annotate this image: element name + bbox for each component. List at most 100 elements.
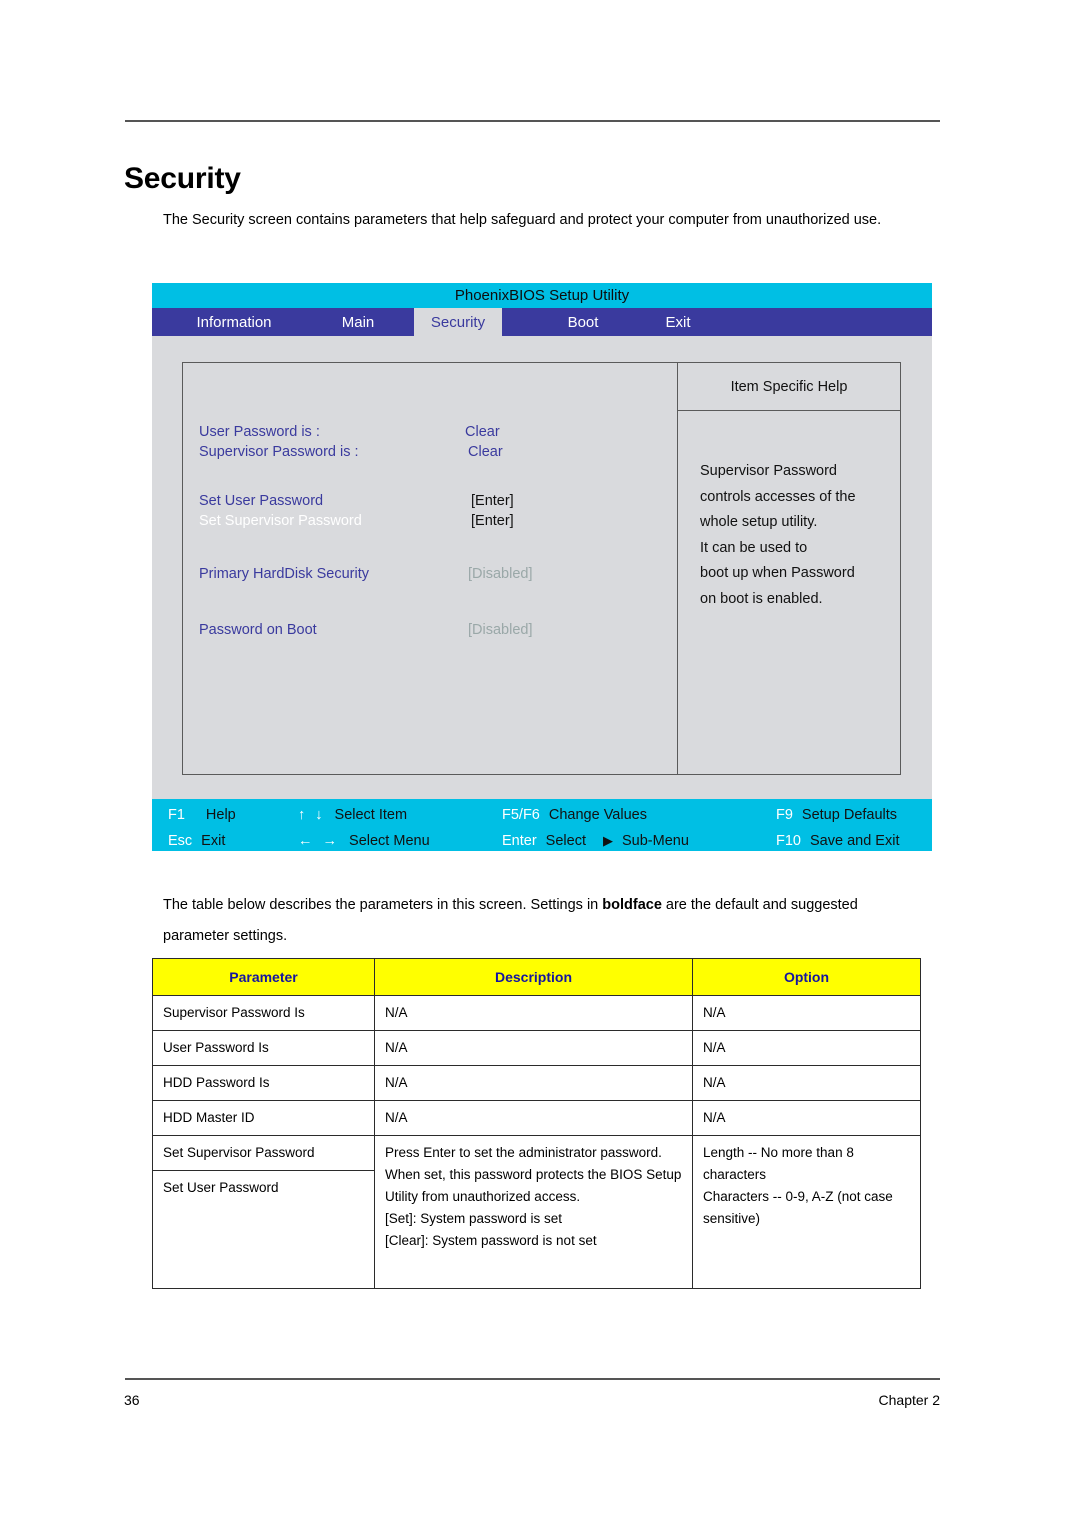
option-characters-line: Characters -- 0-9, A-Z (not case sensiti… (703, 1189, 893, 1226)
table-intro-boldface: boldface (602, 896, 662, 913)
arrow-up-down-icon: ↑ ↓ (298, 807, 326, 823)
cell-parameter: HDD Password Is (152, 1065, 375, 1101)
cell-parameter-set-supervisor-password: Set Supervisor Password (152, 1135, 375, 1171)
cell-description-merged: Press Enter to set the administrator pas… (374, 1135, 693, 1289)
setting-value-user-password-is: Clear (465, 424, 500, 440)
fkey-f10-save-and-exit[interactable]: F10 Save and Exit (776, 833, 899, 849)
page-title: Security (124, 162, 241, 196)
help-pane-body: Supervisor Password controls accesses of… (678, 411, 900, 612)
setting-value-password-on-boot: [Disabled] (468, 622, 533, 638)
description-set-line: [Set]: System password is set (385, 1211, 563, 1226)
fkey-f1-desc: Help (205, 807, 236, 823)
fkey-change-values-desc: Change Values (548, 807, 647, 823)
bios-settings-pane: User Password is : Clear Supervisor Pass… (183, 363, 678, 774)
setting-value-supervisor-password-is: Clear (468, 444, 503, 460)
item-specific-help-pane: Item Specific Help Supervisor Password c… (678, 363, 900, 774)
setting-label-primary-harddisk-security: Primary HardDisk Security (199, 566, 369, 582)
setting-label-set-supervisor-password: Set Supervisor Password (199, 513, 362, 529)
fkey-submenu-desc: Sub-Menu (621, 833, 689, 849)
fkey-updown-select-item[interactable]: ↑ ↓ Select Item (298, 807, 407, 823)
arrow-left-right-icon: ← → (298, 833, 341, 849)
fkey-exit-desc: Exit (201, 833, 226, 849)
tab-information[interactable]: Information (170, 308, 298, 336)
fkey-enter-key: Enter (502, 833, 537, 849)
table-intro-paragraph: The table below describes the parameters… (163, 890, 923, 952)
tab-security[interactable]: Security (414, 308, 502, 336)
header-rule (125, 120, 940, 122)
cell-option-merged: Length -- No more than 8 characters Char… (692, 1135, 921, 1289)
fkey-f9-setup-defaults[interactable]: F9 Setup Defaults (776, 807, 897, 823)
table-body: Supervisor Password Is N/A N/A User Pass… (152, 995, 921, 1289)
cell-description: N/A (374, 995, 693, 1031)
tab-main-label: Main (341, 313, 375, 331)
tab-boot[interactable]: Boot (552, 308, 614, 336)
tab-exit[interactable]: Exit (652, 308, 704, 336)
cell-parameter: Supervisor Password Is (152, 995, 375, 1031)
description-block: Press Enter to set the administrator pas… (385, 1145, 682, 1204)
fkey-esc-key: Esc (168, 833, 193, 849)
fkey-esc-exit[interactable]: Esc Exit (168, 833, 225, 849)
bios-setup-screenshot: PhoenixBIOS Setup Utility Information Ma… (152, 283, 932, 851)
table-row: Supervisor Password Is N/A N/A (152, 995, 921, 1031)
help-line-3: whole setup utility. (700, 514, 818, 530)
table-header-option: Option (692, 958, 921, 996)
triangle-right-icon: ▶ (602, 833, 613, 848)
table-header-description: Description (374, 958, 693, 996)
fkey-select-item-desc: Select Item (334, 807, 408, 823)
cell-parameter-set-user-password: Set User Password (152, 1170, 375, 1289)
table-head: Parameter Description Option (152, 958, 921, 996)
help-pane-title: Item Specific Help (678, 363, 900, 411)
cell-description: N/A (374, 1065, 693, 1101)
option-length-line: Length -- No more than 8 characters (703, 1145, 854, 1182)
table-header-parameter: Parameter (152, 958, 375, 996)
bios-content-frame: User Password is : Clear Supervisor Pass… (182, 362, 901, 775)
fkey-leftright-select-menu[interactable]: ← → Select Menu (298, 833, 430, 849)
parameter-table: Parameter Description Option Supervisor … (152, 958, 921, 1289)
page-number: 36 (124, 1392, 140, 1408)
fkey-f1-key: F1 (168, 807, 185, 823)
footer-rule (125, 1378, 940, 1380)
help-line-4: It can be used to (700, 539, 808, 556)
chapter-label: Chapter 2 (878, 1392, 940, 1408)
cell-description: N/A (374, 1100, 693, 1136)
table-row: User Password Is N/A N/A (152, 1030, 921, 1066)
table-row-merged-top: Set Supervisor Password Press Enter to s… (152, 1135, 921, 1289)
setting-value-primary-harddisk-security: [Disabled] (468, 566, 533, 582)
fkey-f5f6-key: F5/F6 (502, 807, 540, 823)
cell-parameter: User Password Is (152, 1030, 375, 1066)
help-line-6: on boot is enabled. (700, 590, 823, 607)
fkey-f9-key: F9 (776, 807, 793, 823)
bios-title-bar: PhoenixBIOS Setup Utility (152, 283, 932, 308)
setting-label-password-on-boot: Password on Boot (199, 622, 317, 638)
tab-main[interactable]: Main (318, 308, 398, 336)
tab-exit-label: Exit (665, 313, 691, 331)
fkey-f10-key: F10 (776, 833, 801, 849)
tab-security-label: Security (430, 313, 486, 331)
bios-title-text: PhoenixBIOS Setup Utility (454, 287, 630, 304)
setting-label-user-password-is: User Password is : (199, 424, 320, 440)
fkey-enter-select-submenu[interactable]: Enter Select ▶ Sub-Menu (502, 833, 689, 849)
tab-information-label: Information (196, 313, 272, 331)
cell-option: N/A (692, 995, 921, 1031)
table-row: HDD Master ID N/A N/A (152, 1100, 921, 1136)
document-page: Security The Security screen contains pa… (0, 0, 1080, 1528)
table-header-row: Parameter Description Option (152, 958, 921, 996)
setting-label-set-user-password: Set User Password (199, 493, 324, 509)
cell-option: N/A (692, 1030, 921, 1066)
fkey-save-exit-desc: Save and Exit (810, 833, 900, 849)
fkey-f1-help[interactable]: F1 Help (168, 807, 236, 823)
help-line-1: Supervisor Password (700, 463, 837, 479)
setting-label-supervisor-password-is: Supervisor Password is : (199, 444, 359, 460)
fkey-select-desc: Select (545, 833, 586, 849)
help-line-5: boot up when Password (700, 565, 855, 581)
fkey-f5f6-change-values[interactable]: F5/F6 Change Values (502, 807, 647, 823)
cell-description: N/A (374, 1030, 693, 1066)
table-row: HDD Password Is N/A N/A (152, 1065, 921, 1101)
cell-option: N/A (692, 1100, 921, 1136)
fkey-setup-defaults-desc: Setup Defaults (801, 807, 898, 823)
bios-tab-bar: Information Main Security Boot Exit (152, 308, 932, 336)
setting-value-set-user-password: [Enter] (471, 493, 514, 509)
description-clear-line: [Clear]: System password is not set (385, 1233, 597, 1248)
fkey-select-menu-desc: Select Menu (349, 833, 430, 849)
function-key-bar: F1 Help ↑ ↓ Select Item F5/F6 Change Val… (152, 799, 932, 851)
